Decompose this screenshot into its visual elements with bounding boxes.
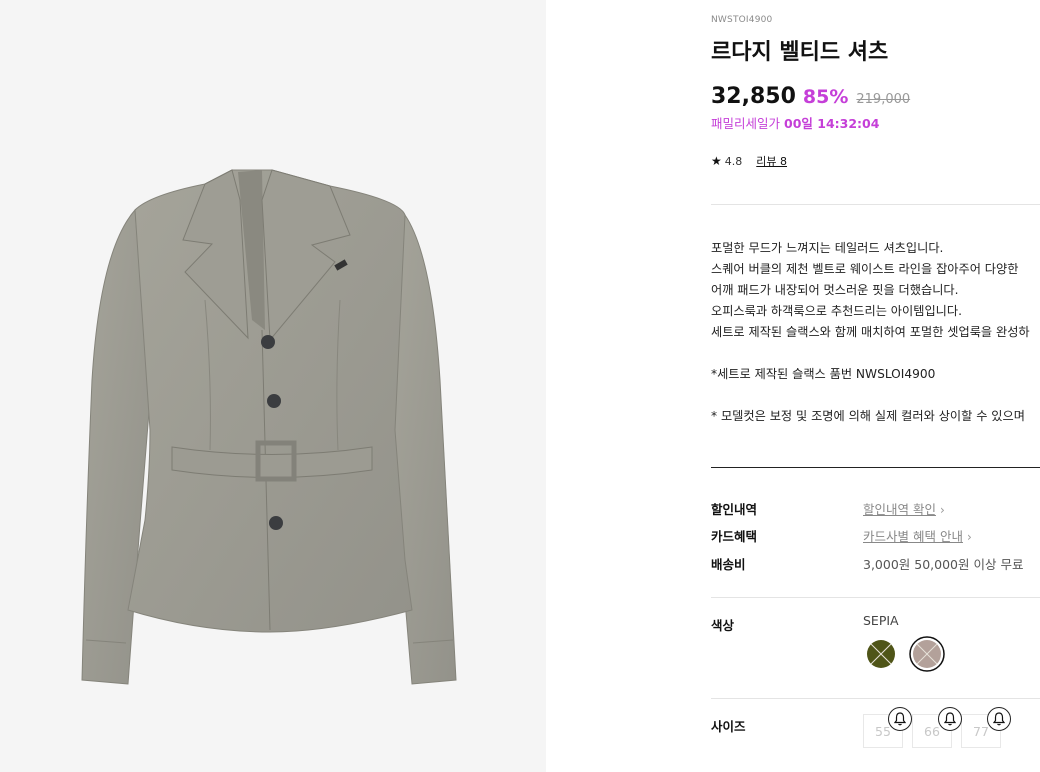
bell-icon[interactable] xyxy=(987,707,1011,731)
card-benefit-link[interactable]: 카드사별 혜택 안내 › xyxy=(863,526,972,545)
color-swatch-sepia[interactable] xyxy=(909,636,945,672)
description-line: 오피스룩과 하객룩으로 추천드리는 아이템입니다. xyxy=(711,304,962,318)
shipping-label: 배송비 xyxy=(711,557,746,572)
chevron-right-icon: › xyxy=(966,530,972,544)
discount-info-link[interactable]: 할인내역 확인 › xyxy=(863,499,945,518)
selected-color-name: SEPIA xyxy=(863,613,899,628)
price-row: 32,850 85% 219,000 xyxy=(711,84,910,109)
card-benefit-label: 카드혜택 xyxy=(711,529,758,544)
description-line: 세트로 제작된 슬랙스와 함께 매치하여 포멀한 셋업룩을 완성하 xyxy=(711,325,1030,339)
chevron-right-icon: › xyxy=(939,503,945,517)
sale-price: 32,850 xyxy=(711,84,796,109)
original-price: 219,000 xyxy=(856,92,911,107)
product-title: 르다지 벨티드 셔츠 xyxy=(711,40,889,65)
review-link[interactable]: 리뷰 8 xyxy=(756,153,787,169)
description-line: 어깨 패드가 내장되어 멋스러운 핏을 더했습니다. xyxy=(711,283,959,297)
discount-rate: 85% xyxy=(802,86,849,108)
divider xyxy=(711,597,1040,598)
product-image-panel xyxy=(0,0,546,772)
product-info-panel: NWSTOI4900 르다지 벨티드 셔츠 32,850 85% 219,000… xyxy=(711,0,1040,772)
description-line: 포멀한 무드가 느껴지는 테일러드 셔츠입니다. xyxy=(711,241,944,255)
shipping-value: 3,000원 50,000원 이상 무료 xyxy=(863,557,1024,572)
description-line: * 모델컷은 보정 및 조명에 의해 실제 컬러와 상이할 수 있으며 xyxy=(711,409,1025,423)
color-label: 색상 xyxy=(711,618,735,633)
color-swatch-olive[interactable] xyxy=(863,636,899,672)
product-image xyxy=(81,169,457,685)
discount-info-label: 할인내역 xyxy=(711,502,758,517)
description-line: 스퀘어 버클의 제천 벨트로 웨이스트 라인을 잡아주어 다양한 xyxy=(711,262,1019,276)
rating-score: 4.8 xyxy=(724,154,743,168)
bell-icon[interactable] xyxy=(938,707,962,731)
family-sale-label: 패밀리세일가 xyxy=(711,116,781,131)
description-line: *세트로 제작된 슬랙스 품번 NWSLOI4900 xyxy=(711,367,936,381)
sale-timer: 00일 14:32:04 xyxy=(784,116,880,131)
divider xyxy=(711,698,1040,699)
divider xyxy=(711,467,1040,468)
star-icon: ★ xyxy=(711,154,722,168)
product-description: 포멀한 무드가 느껴지는 테일러드 셔츠입니다. 스퀘어 버클의 제천 벨트로 … xyxy=(711,238,1040,427)
product-code: NWSTOI4900 xyxy=(711,15,773,25)
size-label: 사이즈 xyxy=(711,719,746,734)
divider xyxy=(711,204,1040,205)
family-sale-row: 패밀리세일가 00일 14:32:04 xyxy=(711,113,879,132)
rating-row: ★ 4.8 리뷰 8 xyxy=(711,153,787,169)
bell-icon[interactable] xyxy=(888,707,912,731)
